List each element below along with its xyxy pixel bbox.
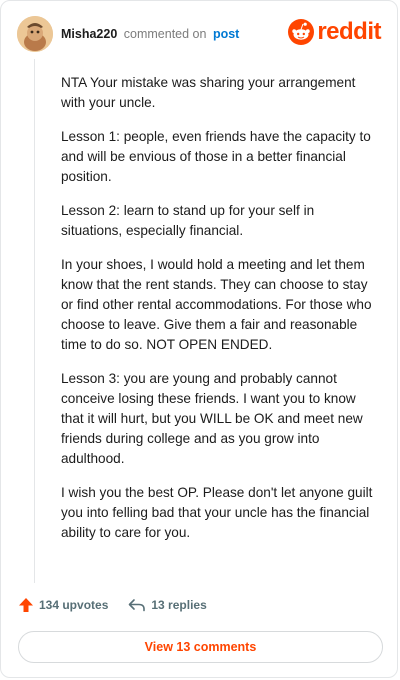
avatar-icon xyxy=(17,16,53,52)
view-comments-button[interactable]: View 13 comments xyxy=(18,631,383,663)
thread-line[interactable] xyxy=(34,59,35,583)
username[interactable]: Misha220 xyxy=(61,27,117,41)
comment-paragraph: I wish you the best OP. Please don't let… xyxy=(61,485,373,540)
upvote-button[interactable]: 134 upvotes xyxy=(18,597,108,613)
comment-paragraph: Lesson 3: you are young and probably can… xyxy=(61,371,363,466)
comment-header: Misha220 commented on post reddit xyxy=(17,16,381,52)
comment-body: NTA Your mistake was sharing your arrang… xyxy=(61,73,373,557)
comment-paragraph: In your shoes, I would hold a meeting an… xyxy=(61,257,372,352)
replies-count: 13 replies xyxy=(151,598,207,612)
avatar[interactable] xyxy=(17,16,53,52)
reddit-logo-text: reddit xyxy=(317,18,381,45)
reply-arrow-icon xyxy=(129,599,146,612)
post-link[interactable]: post xyxy=(213,27,239,41)
reddit-snoo-icon xyxy=(288,19,315,45)
comment-paragraph: NTA Your mistake was sharing your arrang… xyxy=(61,75,356,110)
comment-actions: 134 upvotes 13 replies xyxy=(18,597,227,613)
replies-button[interactable]: 13 replies xyxy=(128,598,207,612)
commented-on-label: commented on xyxy=(123,27,207,41)
comment-card: Misha220 commented on post reddit NTA Yo… xyxy=(0,0,398,678)
comment-paragraph: Lesson 1: people, even friends have the … xyxy=(61,129,371,184)
comment-paragraph: Lesson 2: learn to stand up for your sel… xyxy=(61,203,315,238)
upvote-count: 134 upvotes xyxy=(39,598,109,612)
reddit-logo[interactable]: reddit xyxy=(288,18,381,46)
upvote-arrow-icon xyxy=(19,598,33,612)
comment-meta: Misha220 commented on post xyxy=(61,26,239,42)
